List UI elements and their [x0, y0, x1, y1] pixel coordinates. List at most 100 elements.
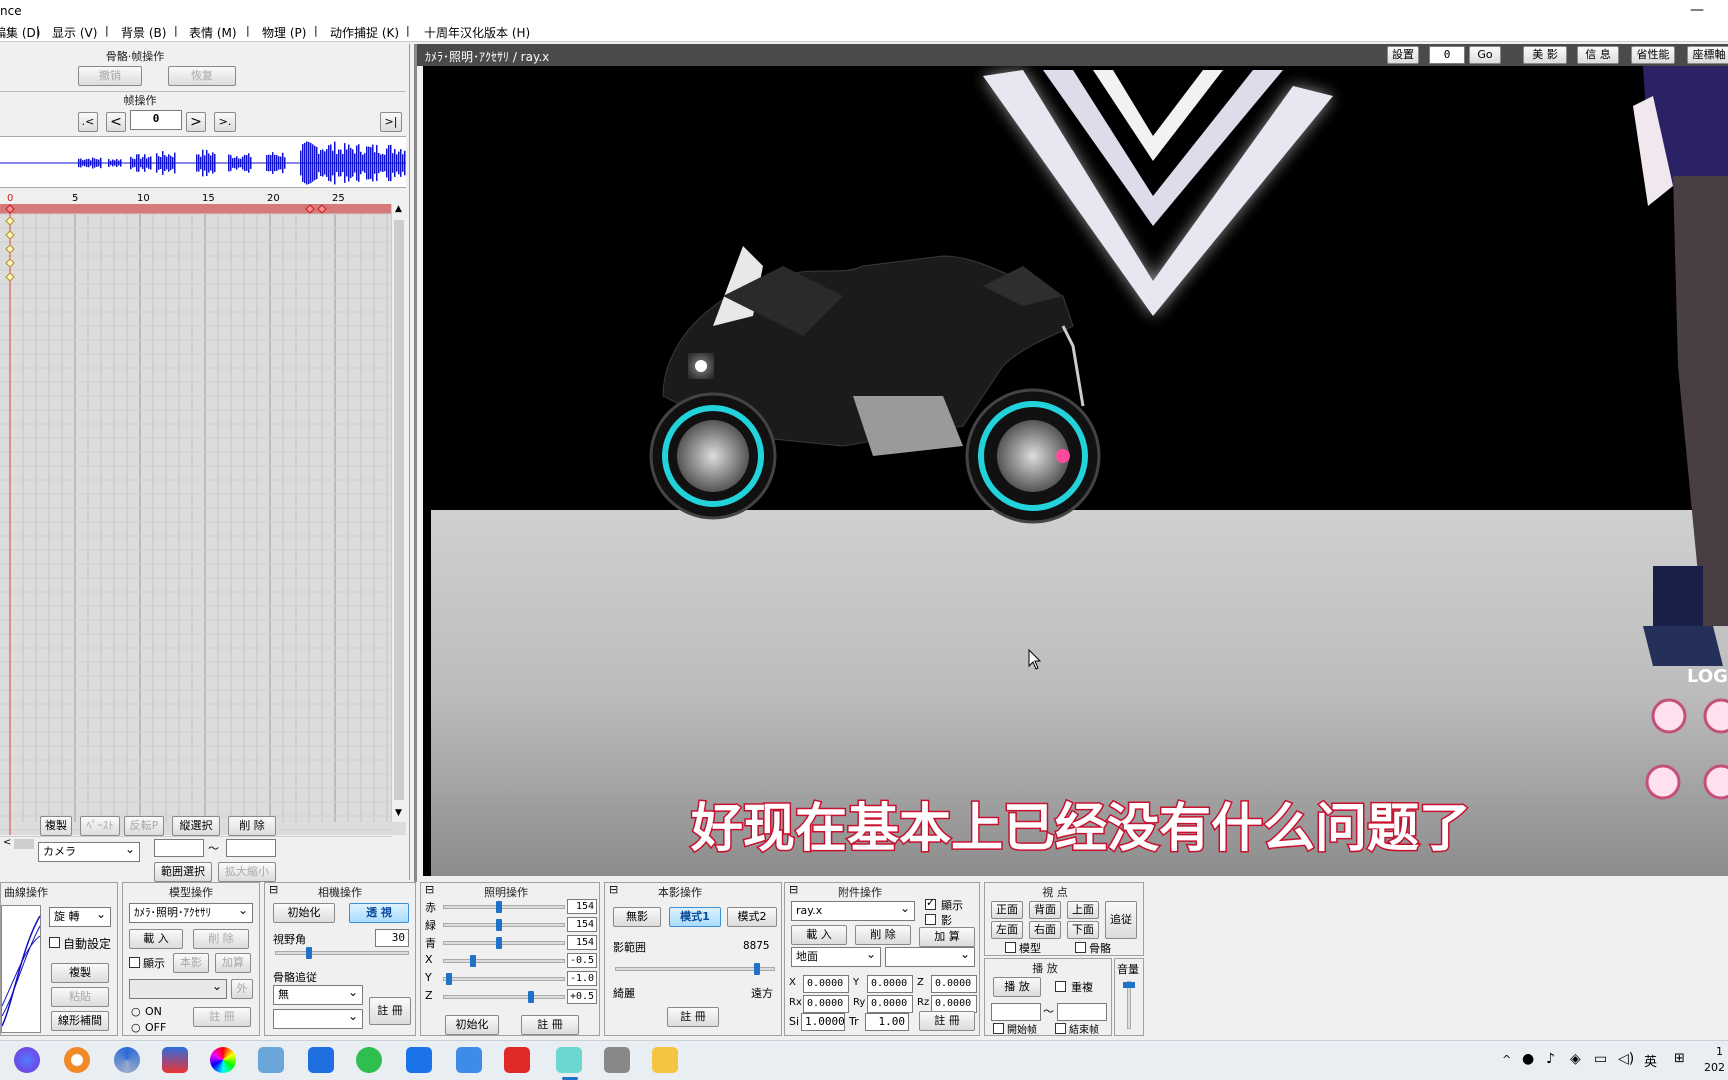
- h-scroll-thumb[interactable]: [14, 839, 34, 849]
- light-row-thumb[interactable]: [446, 973, 452, 985]
- collapse-icon[interactable]: ⊟: [609, 883, 618, 896]
- copy-frames-button[interactable]: 複製: [40, 816, 72, 836]
- frame-field[interactable]: 0: [1429, 46, 1465, 64]
- play-button[interactable]: 播 放: [993, 977, 1041, 997]
- light-row-slider[interactable]: [443, 937, 565, 949]
- app-icon-10[interactable]: [456, 1047, 482, 1073]
- wechat-icon[interactable]: [356, 1047, 382, 1073]
- light-row-slider[interactable]: [443, 901, 565, 913]
- app-icon-1[interactable]: [14, 1047, 40, 1073]
- accessory-add-button[interactable]: 加 算: [919, 927, 975, 947]
- camera-register-button[interactable]: 註 冊: [369, 997, 411, 1025]
- model-add-button[interactable]: 加算: [215, 953, 251, 973]
- light-row-thumb[interactable]: [496, 937, 502, 949]
- outer-parent-select[interactable]: [129, 977, 227, 999]
- end-frame-checkbox[interactable]: [1055, 1023, 1066, 1034]
- accessory-load-button[interactable]: 載 入: [791, 925, 847, 945]
- curve-graph[interactable]: [1, 905, 41, 1033]
- shadow-range-thumb[interactable]: [754, 963, 760, 975]
- timeline[interactable]: 0 5 10 15 20 25 ▲ ▼ <: [0, 190, 406, 850]
- undo-button[interactable]: 撤销: [78, 66, 142, 86]
- light-row-thumb[interactable]: [496, 901, 502, 913]
- tray-shield-icon[interactable]: ◈: [1570, 1051, 1581, 1067]
- tr-field[interactable]: 1.00: [865, 1013, 909, 1031]
- frame-number-field[interactable]: 0: [130, 110, 182, 130]
- menu-tenth-anniversary[interactable]: 十周年汉化版本 (H): [424, 24, 530, 41]
- light-row-slider[interactable]: [443, 955, 565, 967]
- coord-field[interactable]: 0.0000: [931, 975, 977, 993]
- light-row-slider[interactable]: [443, 919, 565, 931]
- accessory-shadow-checkbox[interactable]: [925, 914, 936, 925]
- blender-icon[interactable]: [64, 1047, 90, 1073]
- auto-set-checkbox[interactable]: [49, 937, 60, 948]
- scale-button[interactable]: 拡大縮小: [218, 862, 276, 882]
- play-end-field[interactable]: [1057, 1003, 1107, 1021]
- axis-button[interactable]: 座標軸: [1687, 46, 1728, 64]
- tray-mic-icon[interactable]: ♪: [1546, 1051, 1555, 1067]
- scroll-left-icon[interactable]: <: [3, 837, 11, 848]
- clock-time[interactable]: 1: [1716, 1045, 1723, 1058]
- app-icon-9[interactable]: [406, 1047, 432, 1073]
- fov-slider[interactable]: [275, 947, 409, 959]
- scroll-down-icon[interactable]: ▼: [395, 808, 402, 818]
- coord-field[interactable]: 0.0000: [803, 995, 849, 1013]
- collapse-icon[interactable]: ⊟: [425, 883, 434, 896]
- paste-frames-button[interactable]: ﾍﾟｰｽﾄ: [80, 816, 120, 836]
- model-show-checkbox[interactable]: [129, 957, 140, 968]
- coord-field[interactable]: 0.0000: [803, 975, 849, 993]
- scroll-thumb[interactable]: [394, 220, 404, 800]
- model-shadow-button[interactable]: 本影: [173, 953, 209, 973]
- accessory-delete-button[interactable]: 削 除: [855, 925, 911, 945]
- tray-qq-icon[interactable]: ●: [1522, 1051, 1534, 1067]
- light-row-value[interactable]: -1.0: [567, 971, 597, 986]
- tray-volume-icon[interactable]: ◁): [1618, 1051, 1634, 1067]
- app-icon-7[interactable]: [308, 1047, 334, 1073]
- app-icon-13[interactable]: [604, 1047, 630, 1073]
- light-row-value[interactable]: +0.5: [567, 989, 597, 1004]
- next-key-frame-button[interactable]: >.: [214, 112, 236, 132]
- curve-copy-button[interactable]: 複製: [51, 963, 109, 983]
- tray-network-icon[interactable]: ▭: [1594, 1051, 1607, 1067]
- on-radio-icon[interactable]: ○: [131, 1005, 141, 1018]
- linear-interp-button[interactable]: 線形補間: [51, 1011, 109, 1031]
- collapse-icon[interactable]: ⊟: [269, 883, 278, 896]
- coord-field[interactable]: 0.0000: [867, 995, 913, 1013]
- off-radio-icon[interactable]: ○: [131, 1021, 141, 1034]
- model-load-button[interactable]: 載 入: [129, 929, 183, 949]
- si-field[interactable]: 1.0000: [801, 1013, 845, 1031]
- tray-grid-icon[interactable]: ⊞: [1674, 1051, 1685, 1066]
- scroll-up-icon[interactable]: ▲: [395, 204, 402, 214]
- light-row-value[interactable]: 154: [567, 899, 597, 914]
- model-delete-button[interactable]: 削 除: [193, 929, 249, 949]
- delete-frames-button[interactable]: 削 除: [228, 816, 276, 836]
- view-model-checkbox[interactable]: [1005, 942, 1016, 953]
- view-left-button[interactable]: 左面: [991, 921, 1023, 939]
- mmd-icon[interactable]: [556, 1047, 582, 1073]
- fov-slider-thumb[interactable]: [306, 947, 312, 959]
- light-row-value[interactable]: 154: [567, 917, 597, 932]
- timeline-target-select[interactable]: カメラ: [38, 840, 140, 862]
- app-icon-3[interactable]: [114, 1047, 140, 1073]
- coord-field[interactable]: 0.0000: [867, 975, 913, 993]
- view-bottom-button[interactable]: 下面: [1067, 921, 1099, 939]
- light-row-thumb[interactable]: [470, 955, 476, 967]
- volume-slider[interactable]: [1123, 981, 1135, 1029]
- menu-view[interactable]: 显示 (V): [52, 24, 97, 41]
- repeat-checkbox[interactable]: [1055, 981, 1066, 992]
- accessory-parent-bone-select[interactable]: [885, 945, 975, 967]
- menu-edit[interactable]: 編集 (D): [0, 24, 40, 41]
- light-init-button[interactable]: 初始化: [445, 1015, 499, 1035]
- curve-paste-button[interactable]: 粘貼: [51, 987, 109, 1007]
- keyframe-marker[interactable]: [5, 272, 15, 282]
- app-icon-11[interactable]: [504, 1047, 530, 1073]
- minimize-icon[interactable]: —: [1690, 2, 1704, 18]
- go-button[interactable]: Go: [1469, 46, 1501, 64]
- light-register-button[interactable]: 註 冊: [521, 1015, 579, 1035]
- menu-background[interactable]: 背景 (B): [121, 24, 166, 41]
- view-bone-checkbox[interactable]: [1075, 942, 1086, 953]
- color-wheel-icon[interactable]: [210, 1047, 236, 1073]
- shadow-mode1-button[interactable]: 模式1: [669, 907, 721, 927]
- keyframe-marker[interactable]: [5, 258, 15, 268]
- keyframe-marker[interactable]: [5, 230, 15, 240]
- view-front-button[interactable]: 正面: [991, 901, 1023, 919]
